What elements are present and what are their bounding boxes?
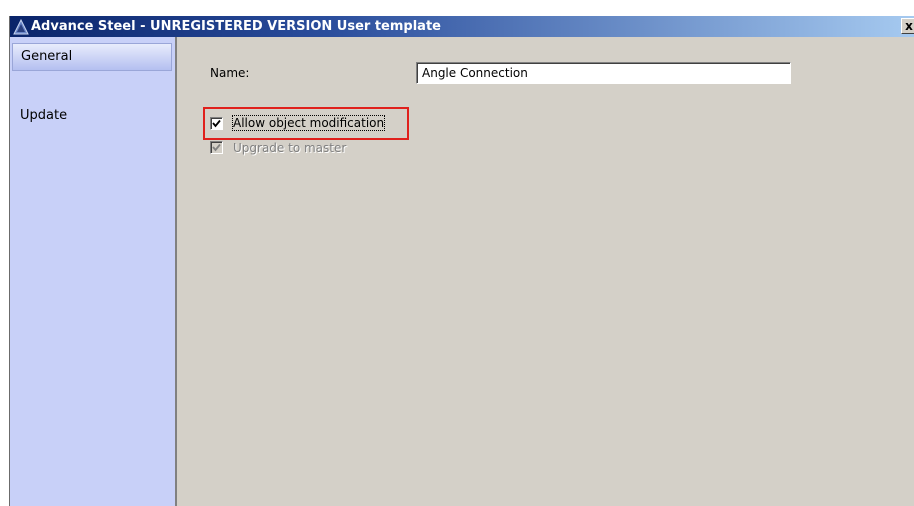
sidebar-item-label: General (21, 49, 73, 64)
allow-modification-checkbox[interactable] (210, 117, 223, 130)
advance-steel-logo-icon (13, 18, 29, 35)
upgrade-master-checkbox (210, 141, 223, 154)
close-button[interactable]: x (901, 18, 914, 34)
sidebar-item-update[interactable]: Update (12, 103, 172, 131)
general-panel: Name: Allow object modification Upgrade … (177, 37, 914, 506)
sidebar: General Update (10, 37, 177, 506)
dialog-window: Advance Steel - UNREGISTERED VERSION Use… (9, 16, 914, 506)
name-label: Name: (210, 66, 250, 80)
allow-modification-label[interactable]: Allow object modification (231, 115, 386, 131)
title-bar[interactable]: Advance Steel - UNREGISTERED VERSION Use… (10, 16, 914, 37)
window-title: Advance Steel - UNREGISTERED VERSION Use… (31, 19, 441, 34)
checkmark-icon (212, 119, 221, 128)
sidebar-item-label: Update (20, 108, 68, 123)
name-input[interactable] (416, 62, 791, 84)
sidebar-item-general[interactable]: General (12, 43, 172, 71)
checkmark-icon (212, 143, 221, 152)
upgrade-master-label: Upgrade to master (233, 141, 347, 155)
close-icon: x (905, 19, 913, 33)
